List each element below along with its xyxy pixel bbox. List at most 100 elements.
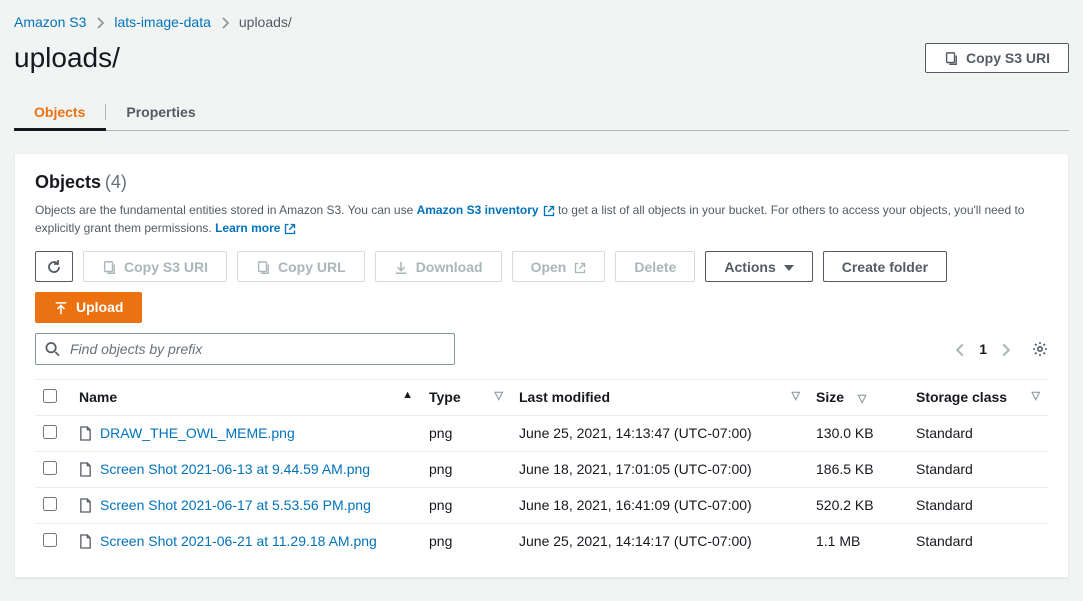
pager: 1	[956, 340, 1048, 357]
settings-button[interactable]	[1032, 340, 1048, 357]
action-button-row: Copy S3 URI Copy URL Download Open	[35, 251, 1048, 282]
download-button-disabled: Download	[375, 251, 502, 282]
breadcrumb-root-link[interactable]: Amazon S3	[14, 14, 86, 30]
inventory-link[interactable]: Amazon S3 inventory	[417, 201, 555, 219]
copy-s3-uri-button-disabled: Copy S3 URI	[83, 251, 227, 282]
cell-size: 1.1 MB	[808, 523, 908, 559]
copy-s3-uri-label: Copy S3 URI	[124, 259, 208, 275]
external-link-icon	[574, 259, 586, 275]
cell-storage-class: Standard	[908, 487, 1048, 523]
row-checkbox[interactable]	[43, 425, 57, 439]
search-wrap	[35, 333, 455, 365]
column-type[interactable]: Type ▽	[421, 379, 511, 415]
cell-modified: June 18, 2021, 16:41:09 (UTC-07:00)	[511, 487, 808, 523]
column-storage-class-label: Storage class	[916, 389, 1007, 405]
inventory-link-label: Amazon S3 inventory	[417, 201, 539, 219]
breadcrumb-bucket-link[interactable]: lats-image-data	[114, 14, 211, 30]
upload-row: Upload	[35, 292, 1048, 322]
cell-storage-class: Standard	[908, 451, 1048, 487]
cell-size: 520.2 KB	[808, 487, 908, 523]
download-label: Download	[416, 259, 483, 275]
column-size[interactable]: Size ▽	[808, 379, 908, 415]
copy-icon	[256, 259, 270, 275]
row-checkbox[interactable]	[43, 533, 57, 547]
table-row: Screen Shot 2021-06-21 at 11.29.18 AM.pn…	[35, 523, 1048, 559]
column-name[interactable]: Name ▲	[71, 379, 421, 415]
cell-storage-class: Standard	[908, 523, 1048, 559]
delete-label: Delete	[634, 259, 676, 275]
chevron-right-icon	[96, 14, 104, 30]
file-icon	[79, 497, 92, 513]
desc-pre: Objects are the fundamental entities sto…	[35, 203, 417, 217]
table-row: Screen Shot 2021-06-13 at 9.44.59 AM.png…	[35, 451, 1048, 487]
cell-modified: June 25, 2021, 14:14:17 (UTC-07:00)	[511, 523, 808, 559]
copy-icon	[102, 259, 116, 275]
cell-type: png	[421, 487, 511, 523]
table-row: DRAW_THE_OWL_MEME.png pngJune 25, 2021, 1…	[35, 415, 1048, 451]
column-name-label: Name	[79, 389, 117, 405]
file-icon	[79, 461, 92, 477]
filter-icon: ▽	[858, 393, 866, 405]
upload-button[interactable]: Upload	[35, 292, 142, 322]
objects-table: Name ▲ Type ▽ Last modified ▽ Size ▽	[35, 379, 1048, 559]
file-icon	[79, 533, 92, 549]
breadcrumb-current: uploads/	[239, 14, 292, 30]
table-row: Screen Shot 2021-06-17 at 5.53.56 PM.png…	[35, 487, 1048, 523]
copy-s3-uri-button[interactable]: Copy S3 URI	[925, 43, 1069, 73]
column-last-modified-label: Last modified	[519, 389, 610, 405]
panel-title: Objects	[35, 172, 101, 192]
objects-panel: Objects (4) Objects are the fundamental …	[14, 153, 1069, 578]
cell-modified: June 18, 2021, 17:01:05 (UTC-07:00)	[511, 451, 808, 487]
object-name-link[interactable]: DRAW_THE_OWL_MEME.png	[100, 425, 295, 441]
tabs: Objects Properties	[14, 94, 1069, 131]
filter-icon: ▽	[792, 389, 800, 402]
page-number: 1	[979, 341, 987, 357]
chevron-right-icon	[221, 14, 229, 30]
external-link-icon	[284, 219, 296, 237]
cell-type: png	[421, 451, 511, 487]
search-input[interactable]	[35, 333, 455, 365]
copy-url-button-disabled: Copy URL	[237, 251, 365, 282]
breadcrumb: Amazon S3 lats-image-data uploads/	[14, 14, 1069, 30]
tab-properties-label: Properties	[106, 104, 215, 120]
copy-icon	[944, 50, 958, 66]
object-name-link[interactable]: Screen Shot 2021-06-21 at 11.29.18 AM.pn…	[100, 533, 377, 549]
table-header-row: Name ▲ Type ▽ Last modified ▽ Size ▽	[35, 379, 1048, 415]
upload-label: Upload	[76, 299, 123, 315]
column-storage-class[interactable]: Storage class ▽	[908, 379, 1048, 415]
open-label: Open	[531, 259, 567, 275]
object-name-link[interactable]: Screen Shot 2021-06-17 at 5.53.56 PM.png	[100, 497, 371, 513]
create-folder-button[interactable]: Create folder	[823, 251, 947, 282]
row-checkbox[interactable]	[43, 497, 57, 511]
page-next-button	[1001, 340, 1010, 356]
row-checkbox[interactable]	[43, 461, 57, 475]
select-all-checkbox[interactable]	[43, 389, 57, 403]
delete-button-disabled: Delete	[615, 251, 695, 282]
refresh-button[interactable]	[35, 251, 73, 282]
object-name-link[interactable]: Screen Shot 2021-06-13 at 9.44.59 AM.png	[100, 461, 370, 477]
learn-more-link[interactable]: Learn more	[215, 219, 296, 237]
caret-down-icon	[784, 259, 794, 275]
column-last-modified[interactable]: Last modified ▽	[511, 379, 808, 415]
actions-label: Actions	[724, 259, 775, 275]
actions-button[interactable]: Actions	[705, 251, 812, 282]
cell-size: 130.0 KB	[808, 415, 908, 451]
column-size-label: Size	[816, 389, 844, 405]
tab-properties[interactable]: Properties	[106, 94, 215, 130]
copy-url-label: Copy URL	[278, 259, 346, 275]
tab-objects[interactable]: Objects	[14, 94, 106, 130]
cell-modified: June 25, 2021, 14:13:47 (UTC-07:00)	[511, 415, 808, 451]
filter-icon: ▽	[1032, 389, 1040, 402]
cell-type: png	[421, 415, 511, 451]
header-row: uploads/ Copy S3 URI	[14, 42, 1069, 74]
cell-type: png	[421, 523, 511, 559]
search-icon	[45, 340, 60, 357]
file-icon	[79, 425, 92, 441]
panel-description: Objects are the fundamental entities sto…	[35, 201, 1048, 237]
learn-more-label: Learn more	[215, 219, 280, 237]
column-select-all	[35, 379, 71, 415]
page-title: uploads/	[14, 42, 120, 74]
upload-icon	[54, 299, 68, 315]
cell-storage-class: Standard	[908, 415, 1048, 451]
open-button-disabled: Open	[512, 251, 606, 282]
